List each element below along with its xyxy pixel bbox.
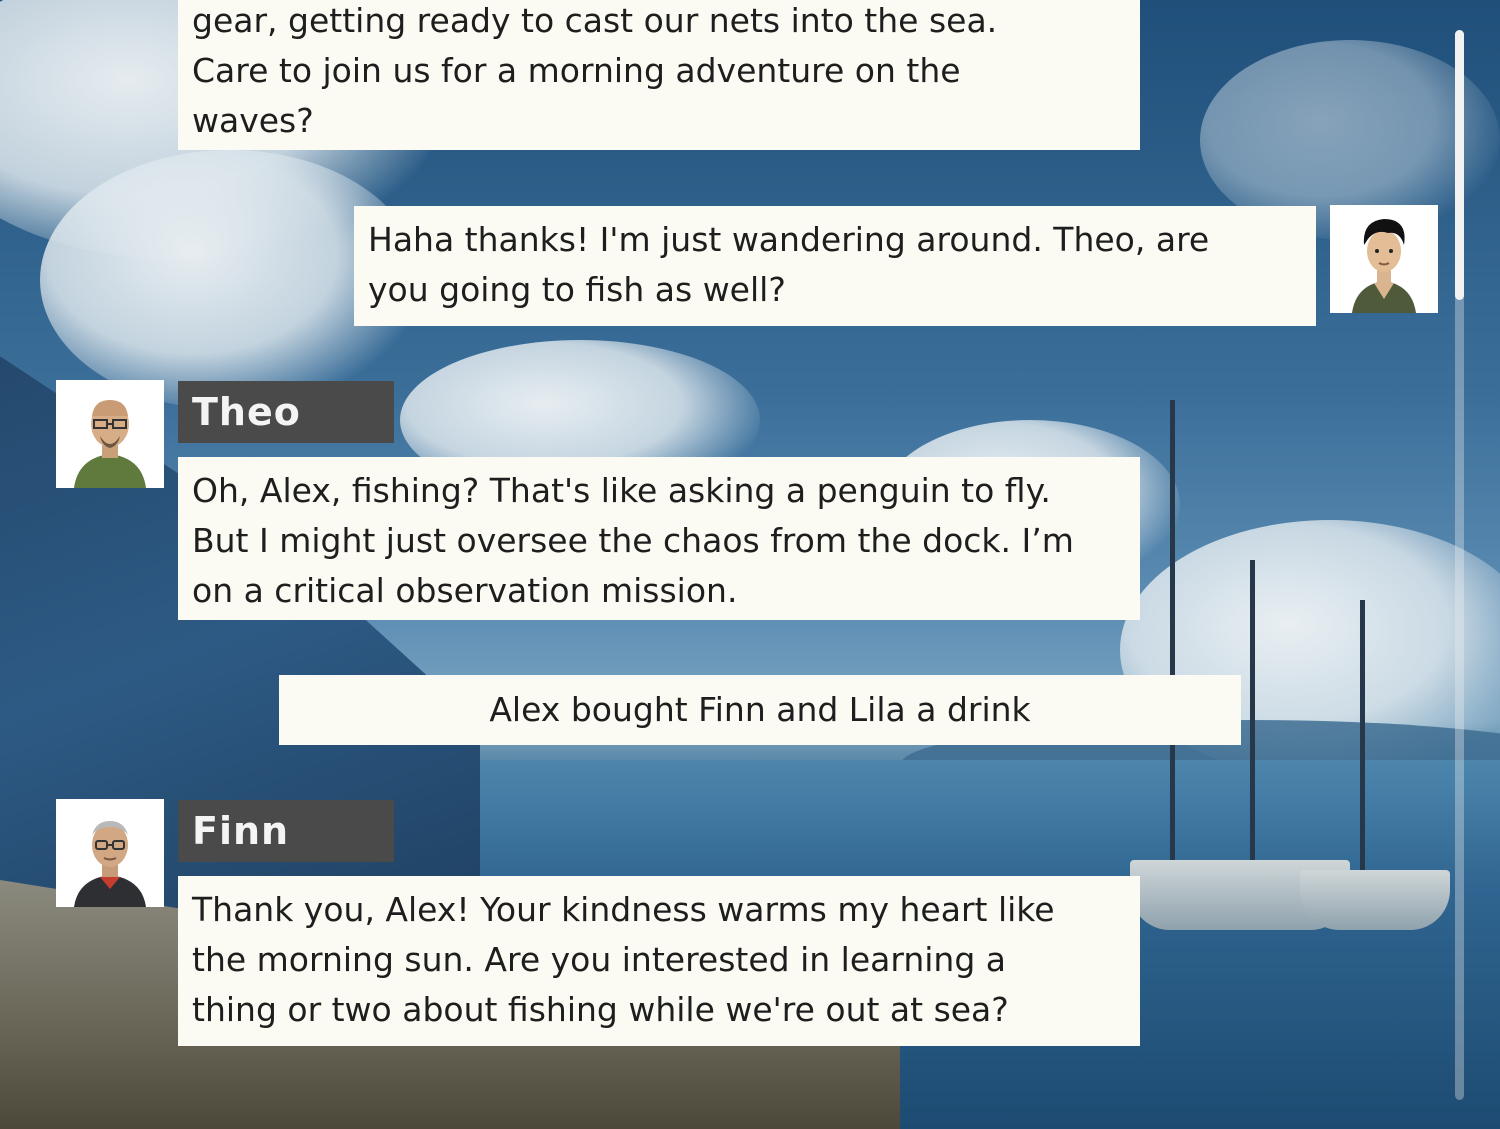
boat-mast bbox=[1250, 560, 1255, 860]
elderly-man-glasses-portrait-icon bbox=[56, 799, 164, 907]
message-line: gear, getting ready to cast our nets int… bbox=[192, 1, 998, 40]
message-line: thing or two about fishing while we're o… bbox=[192, 990, 1009, 1029]
message-line: waves? bbox=[192, 101, 314, 140]
message-line: you going to fish as well? bbox=[368, 270, 786, 309]
boat-hull bbox=[1300, 870, 1450, 930]
message-line: Oh, Alex, fishing? That's like asking a … bbox=[192, 471, 1051, 510]
player-avatar[interactable] bbox=[1330, 205, 1438, 313]
finn-message-bubble: Thank you, Alex! Your kindness warms my … bbox=[178, 876, 1140, 1046]
message-line: Care to join us for a morning adventure … bbox=[192, 51, 961, 90]
player-message-bubble: Haha thanks! I'm just wandering around. … bbox=[354, 206, 1316, 326]
message-line: Haha thanks! I'm just wandering around. … bbox=[368, 220, 1210, 259]
event-notice: Alex bought Finn and Lila a drink bbox=[279, 675, 1241, 745]
finn-name-tag: Finn bbox=[178, 800, 394, 862]
theo-name-tag: Theo bbox=[178, 381, 394, 443]
finn-avatar[interactable] bbox=[56, 799, 164, 907]
young-man-portrait-icon bbox=[1330, 205, 1438, 313]
chat-scrollbar[interactable] bbox=[1455, 30, 1464, 1100]
bald-man-goatee-portrait-icon bbox=[56, 380, 164, 488]
theo-message-bubble: Oh, Alex, fishing? That's like asking a … bbox=[178, 457, 1140, 620]
boat-mast bbox=[1170, 400, 1175, 870]
theo-avatar[interactable] bbox=[56, 380, 164, 488]
boat-mast bbox=[1360, 600, 1365, 880]
message-line: Thank you, Alex! Your kindness warms my … bbox=[192, 890, 1055, 929]
scrollbar-thumb[interactable] bbox=[1455, 30, 1464, 300]
message-line: on a critical observation mission. bbox=[192, 571, 738, 610]
npc-message-bubble: gear, getting ready to cast our nets int… bbox=[178, 0, 1140, 150]
message-line: the morning sun. Are you interested in l… bbox=[192, 940, 1006, 979]
message-line: But I might just oversee the chaos from … bbox=[192, 521, 1074, 560]
